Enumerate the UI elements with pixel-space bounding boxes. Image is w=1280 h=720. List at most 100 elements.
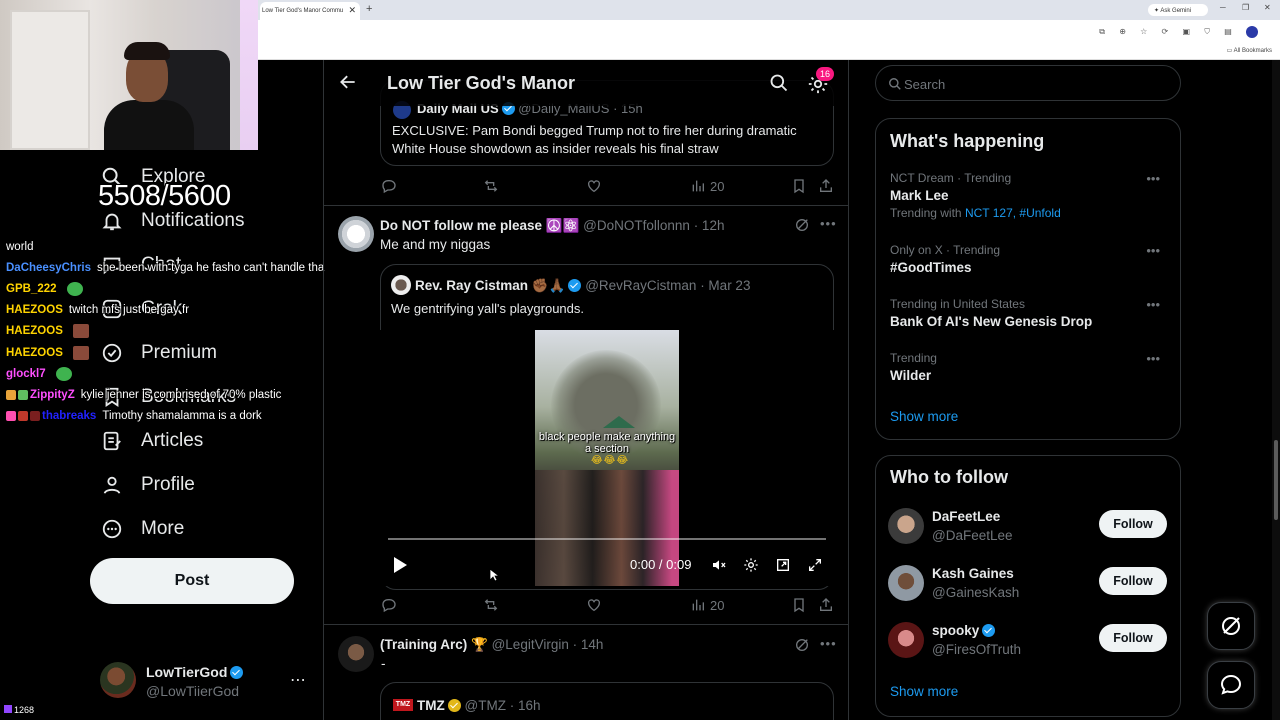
close-icon[interactable]: ✕ bbox=[348, 5, 356, 16]
views-button[interactable]: 20 bbox=[690, 595, 724, 615]
gear-icon[interactable] bbox=[743, 557, 759, 573]
repost-button[interactable] bbox=[483, 595, 499, 615]
more-dots-icon[interactable]: ••• bbox=[1146, 243, 1160, 258]
nav-articles-label: Articles bbox=[141, 430, 204, 451]
nav-notifications-label: Notifications bbox=[141, 210, 245, 231]
scrollbar[interactable] bbox=[1272, 60, 1280, 720]
quote-author-name: TMZ bbox=[417, 698, 445, 713]
chat-message: Timothy shamalamma is a dork bbox=[102, 410, 262, 423]
search-input[interactable] bbox=[904, 74, 1164, 94]
emote-icon bbox=[55, 366, 72, 381]
pip-icon[interactable] bbox=[775, 557, 791, 573]
all-bookmarks-link[interactable]: ▭ All Bookmarks bbox=[1227, 47, 1272, 54]
show-more-link[interactable]: Show more bbox=[890, 684, 958, 699]
trend-related-links[interactable]: NCT 127, #Unfold bbox=[965, 206, 1061, 220]
quote-author: Rev. Ray Cistman ✊🏾🙏🏾 @RevRayCistman · M… bbox=[415, 278, 750, 294]
follow-name: DaFeetLee bbox=[932, 509, 1001, 524]
video-player[interactable]: black people make anything a section 😂😂😂… bbox=[380, 330, 834, 586]
grok-fab[interactable] bbox=[1207, 602, 1255, 650]
follow-button[interactable]: Follow bbox=[1099, 510, 1167, 538]
share-button[interactable] bbox=[818, 595, 834, 615]
trend-item[interactable]: Only on X · Trending #GoodTimes ••• bbox=[890, 243, 1168, 275]
address-bar[interactable]: ⧉ ⊕ ☆ ⟳ ▣ ⛉ ▤ ⋮ bbox=[258, 20, 1280, 44]
avatar bbox=[888, 508, 924, 544]
who-to-follow-panel: Who to follow DaFeetLee @DaFeetLee Follo… bbox=[875, 455, 1181, 717]
fullscreen-icon[interactable] bbox=[807, 557, 823, 573]
bookmark-button[interactable] bbox=[791, 595, 807, 615]
like-button[interactable] bbox=[586, 176, 602, 196]
nav-profile[interactable]: Profile bbox=[100, 473, 195, 497]
volume-icon[interactable] bbox=[711, 557, 727, 573]
minimize-icon[interactable]: ─ bbox=[1220, 3, 1226, 12]
quoted-tweet[interactable]: TMZ TMZ @TMZ · 16h bbox=[380, 682, 834, 720]
video-progress-bar[interactable] bbox=[388, 538, 826, 540]
follow-suggestion[interactable]: spooky @FiresOfTruth Follow bbox=[888, 620, 1172, 660]
play-icon[interactable] bbox=[392, 556, 408, 574]
more-dots-icon[interactable]: ••• bbox=[1146, 171, 1160, 186]
messages-fab[interactable] bbox=[1207, 661, 1255, 709]
restore-icon[interactable]: ❐ bbox=[1242, 3, 1249, 12]
trend-item[interactable]: Trending in United States Bank Of AI's N… bbox=[890, 297, 1168, 329]
grok-icon[interactable] bbox=[794, 217, 810, 233]
nav-more[interactable]: More bbox=[100, 517, 184, 541]
browser-tab[interactable]: Low Tier God's Manor Commu ✕ bbox=[260, 2, 360, 20]
scrollbar-thumb[interactable] bbox=[1274, 440, 1278, 520]
new-tab-icon[interactable]: + bbox=[366, 3, 372, 15]
back-arrow-icon[interactable] bbox=[338, 72, 358, 92]
search-icon[interactable] bbox=[769, 73, 789, 93]
tweet-time: · 14h bbox=[572, 637, 604, 652]
more-dots-icon[interactable]: ⋯ bbox=[290, 670, 306, 690]
who-to-follow-title: Who to follow bbox=[890, 467, 1008, 487]
more-dots-icon[interactable]: ••• bbox=[1146, 351, 1160, 366]
more-dots-icon[interactable]: ••• bbox=[820, 636, 837, 651]
follow-button[interactable]: Follow bbox=[1099, 567, 1167, 595]
account-switcher[interactable]: LowTierGod @LowTiierGod ⋯ bbox=[100, 660, 320, 704]
avatar[interactable] bbox=[338, 636, 374, 672]
follow-suggestion[interactable]: Kash Gaines @GainesKash Follow bbox=[888, 563, 1172, 603]
follow-name: Kash Gaines bbox=[932, 566, 1014, 581]
nav-more-label: More bbox=[141, 518, 185, 539]
extension-icons[interactable]: ⧉ ⊕ ☆ ⟳ ▣ ⛉ ▤ ⋮ bbox=[1099, 27, 1260, 37]
follow-handle: @DaFeetLee bbox=[932, 528, 1013, 543]
verified-icon bbox=[230, 666, 244, 679]
avatar[interactable] bbox=[338, 216, 374, 252]
share-icon bbox=[820, 598, 832, 611]
tweet-author[interactable]: (Training Arc) 🏆 @LegitVirgin · 14h bbox=[380, 637, 603, 653]
tweet-author[interactable]: Do NOT follow me please ☮️⚛️ @DoNOTfollo… bbox=[380, 218, 724, 234]
more-dots-icon[interactable]: ••• bbox=[820, 216, 837, 231]
trend-name: Mark Lee bbox=[890, 188, 949, 203]
window-close-icon[interactable]: ✕ bbox=[1264, 3, 1271, 12]
nav-articles[interactable]: Articles bbox=[100, 429, 203, 453]
reply-button[interactable] bbox=[381, 176, 397, 196]
views-button[interactable]: 20 bbox=[690, 176, 724, 196]
search-field[interactable] bbox=[875, 65, 1181, 101]
browser-profile-avatar[interactable] bbox=[1246, 26, 1258, 38]
verified-icon bbox=[568, 279, 582, 292]
tab-title: Low Tier God's Manor Commu bbox=[262, 8, 344, 14]
trend-name: Wilder bbox=[890, 368, 932, 383]
trend-item[interactable]: Trending Wilder ••• bbox=[890, 351, 1168, 383]
like-button[interactable] bbox=[586, 595, 602, 615]
show-more-link[interactable]: Show more bbox=[890, 409, 958, 424]
reply-button[interactable] bbox=[381, 595, 397, 615]
avatar bbox=[391, 275, 411, 295]
chat-username: GPB_222 bbox=[6, 282, 57, 295]
share-button[interactable] bbox=[818, 176, 834, 196]
account-name: LowTierGod bbox=[146, 664, 244, 680]
more-dots-icon[interactable]: ••• bbox=[1146, 297, 1160, 312]
bookmark-button[interactable] bbox=[791, 176, 807, 196]
grok-icon[interactable] bbox=[794, 637, 810, 653]
bookmark-icon bbox=[794, 179, 804, 194]
follow-button[interactable]: Follow bbox=[1099, 624, 1167, 652]
ask-gemini-button[interactable]: ✦ Ask Gemini bbox=[1148, 4, 1208, 16]
folder-icon: ▭ bbox=[1226, 48, 1234, 54]
trend-item[interactable]: NCT Dream · Trending Mark Lee Trending w… bbox=[890, 171, 1168, 220]
heart-icon bbox=[588, 180, 600, 193]
follow-suggestion[interactable]: DaFeetLee @DaFeetLee Follow bbox=[888, 506, 1172, 546]
badge-icon bbox=[6, 389, 16, 400]
post-button[interactable]: Post bbox=[90, 558, 294, 604]
chat-username: ZippityZ bbox=[30, 388, 75, 401]
stream-chat: world DaCheesyChris she been with tyga he… bbox=[6, 236, 346, 427]
search-icon bbox=[889, 78, 901, 90]
repost-button[interactable] bbox=[483, 176, 499, 196]
